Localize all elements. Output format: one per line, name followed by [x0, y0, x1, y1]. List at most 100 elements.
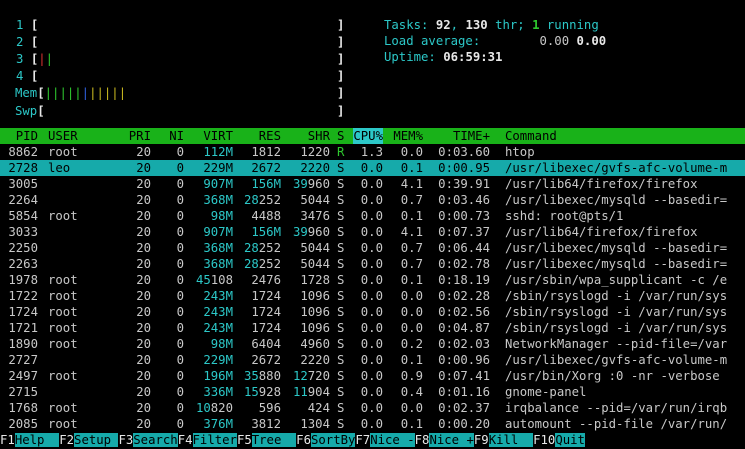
column-header-command[interactable]: Command	[505, 128, 557, 144]
cell-pid: 2085	[8, 417, 38, 431]
cell-virt: 243M	[203, 289, 233, 303]
cell-s: S	[337, 321, 345, 335]
process-row[interactable]: 3033 20 0 907M 156M 39960 S 0.0 4.1 0:07.37/usr/l…	[0, 224, 745, 240]
cell-res: 156M	[251, 225, 281, 239]
fkey-sortby[interactable]: F6SortBy	[296, 433, 356, 447]
cell-pri: 20	[136, 193, 151, 207]
process-row[interactable]: 2728 leo 20 0 229M 2672 2220 S 0.0 0.1 0:00.95/usr…	[0, 160, 745, 176]
meter-mem: Mem[|||||||||||]	[15, 85, 344, 101]
cell-pid: 1721	[8, 321, 38, 335]
fkey-filter[interactable]: F4Filter	[177, 433, 237, 447]
cell-pid: 2264	[8, 193, 38, 207]
process-row[interactable]: 8862 root 20 0 112M 1812 1220 R 1.3 0.0 0:03.60 hto…	[0, 144, 745, 160]
fkey-help[interactable]: F1Help	[0, 433, 60, 447]
column-header-res[interactable]: RES	[259, 128, 281, 144]
cell-mem: 0.7	[400, 257, 423, 271]
cell-pri: 20	[136, 241, 151, 255]
process-row[interactable]: 1890 root 20 0 98M 6404 4960 S 0.0 0.2 0:02.03 Netw…	[0, 336, 745, 352]
cell-ni: 0	[176, 177, 184, 191]
cell-cpu: 0.0	[360, 225, 383, 239]
process-row[interactable]: 1978 root 20 0 45108 2476 1728 S 0.0 0.1 0:18.19/u…	[0, 272, 745, 288]
column-header-pid[interactable]: PID	[16, 128, 38, 144]
cell-shr: 1304	[300, 417, 330, 431]
cell-ni: 0	[176, 401, 184, 415]
cell-time: 0:03.46	[438, 193, 490, 207]
load-average-line: Load average: 0.00 0.00	[384, 34, 607, 48]
cell-mem: 0.1	[400, 273, 423, 287]
column-header-pri[interactable]: PRI	[129, 128, 151, 144]
fkey-nice[interactable]: F8Nice +	[414, 433, 474, 447]
fkey-kill[interactable]: F9Kill	[473, 433, 534, 447]
cell-virt: 336M	[203, 385, 233, 399]
cell-pri: 20	[136, 337, 151, 351]
cell-cmd: /usr/lib64/firefox/firefox	[505, 225, 698, 239]
cell-pid: 8862	[8, 145, 38, 159]
cell-cmd: /usr/lib64/firefox/firefox	[505, 177, 698, 191]
cell-res: 15928	[243, 385, 281, 399]
cell-s: S	[337, 257, 345, 271]
cell-shr: 39960	[292, 177, 330, 191]
cell-shr: 1220	[300, 145, 330, 159]
cell-time: 0:39.91	[438, 177, 490, 191]
cell-s: S	[337, 337, 345, 351]
fkey-nice[interactable]: F7Nice -	[355, 433, 415, 447]
process-row[interactable]: 5854 root 20 0 98M 4488 3476 S 0.0 0.1 0:00.73 sshd…	[0, 208, 745, 224]
column-header-virt[interactable]: VIRT	[203, 128, 233, 144]
column-header-s[interactable]: S	[337, 128, 344, 144]
cell-cpu: 0.0	[360, 321, 383, 335]
cell-virt: 368M	[203, 257, 233, 271]
process-row[interactable]: 2085 root 20 0 376M 3812 1304 S 0.0 0.1 0:00.20 aut…	[0, 416, 745, 432]
summary-panel: Tasks: 92, 130 thr; 1 running Load avera…	[384, 17, 606, 65]
process-row[interactable]: 2715 20 0 336M 15928 11904 S 0.0 0.4 0:01.16 gnome…	[0, 384, 745, 400]
cell-res: 2476	[251, 273, 281, 287]
cell-s: S	[337, 161, 345, 175]
process-row[interactable]: 2264 20 0 368M 28252 5044 S 0.0 0.7 0:03.46/usr/l…	[0, 192, 745, 208]
fkey-setup[interactable]: F2Setup	[59, 433, 119, 447]
cell-s: S	[337, 209, 345, 223]
cell-s: S	[337, 385, 345, 399]
meter-close-bracket: ]	[337, 69, 345, 83]
process-row[interactable]: 3005 20 0 907M 156M 39960 S 0.0 4.1 0:39.91/usr/l…	[0, 176, 745, 192]
cell-shr: 3476	[300, 209, 330, 223]
process-row[interactable]: 2497 root 20 0 196M 35880 12720 S 0.0 0.9 0:07.41 /…	[0, 368, 745, 384]
column-header-ni[interactable]: NI	[169, 128, 184, 144]
cell-time: 0:02.28	[438, 289, 490, 303]
meter-label: 2	[16, 35, 31, 49]
fkey-number: F6	[296, 433, 311, 447]
cell-cmd: gnome-panel	[505, 385, 587, 399]
process-row[interactable]: 1722 root 20 0 243M 1724 1096 S 0.0 0.0 0:02.28/sb…	[0, 288, 745, 304]
fkey-tree[interactable]: F5Tree	[236, 433, 297, 447]
cell-shr: 5044	[300, 193, 330, 207]
column-header-time[interactable]: TIME+	[453, 128, 490, 144]
cell-pri: 20	[136, 417, 151, 431]
fkey-quit[interactable]: F10Quit	[533, 433, 585, 447]
fkey-label: Nice -	[370, 433, 415, 447]
fkey-search[interactable]: F3Search	[118, 433, 178, 447]
cell-shr: 5044	[300, 257, 330, 271]
cell-shr: 4960	[300, 337, 330, 351]
process-list[interactable]: 8862 root 20 0 112M 1812 1220 R 1.3 0.0 0:03.60 hto…	[0, 144, 745, 432]
cell-cpu: 0.0	[360, 289, 383, 303]
process-row[interactable]: 1768 root 20 0 10820 596 424 S 0.0 0.0 0:02.37 irqb…	[0, 400, 745, 416]
column-header-shr[interactable]: SHR	[308, 128, 330, 144]
cell-ni: 0	[176, 385, 184, 399]
column-header-mem[interactable]: MEM%	[393, 128, 423, 144]
process-row[interactable]: 2250 20 0 368M 28252 5044 S 0.0 0.7 0:06.44/usr/l…	[0, 240, 745, 256]
column-header-cpu[interactable]: CPU%	[353, 128, 383, 144]
fkey-label: Quit	[555, 433, 585, 447]
cell-s: S	[337, 401, 345, 415]
cell-user: root	[48, 401, 78, 415]
cell-ni: 0	[176, 369, 184, 383]
column-header-user[interactable]: USER	[48, 128, 78, 144]
cell-s: S	[337, 369, 345, 383]
cell-ni: 0	[176, 241, 184, 255]
cell-mem: 0.1	[400, 417, 423, 431]
process-row[interactable]: 2263 20 0 368M 28252 5044 S 0.0 0.7 0:02.78/usr/l…	[0, 256, 745, 272]
cell-virt: 45108	[195, 273, 233, 287]
cell-pid: 2497	[8, 369, 38, 383]
process-row[interactable]: 1721 root 20 0 243M 1724 1096 S 0.0 0.0 0:04.87/sb…	[0, 320, 745, 336]
cell-user: root	[48, 145, 78, 159]
process-row[interactable]: 1724 root 20 0 243M 1724 1096 S 0.0 0.0 0:02.56/sb…	[0, 304, 745, 320]
process-row[interactable]: 2727 20 0 229M 2672 2220 S 0.0 0.1 0:00.96/usr/li…	[0, 352, 745, 368]
cell-res: 3812	[251, 417, 281, 431]
